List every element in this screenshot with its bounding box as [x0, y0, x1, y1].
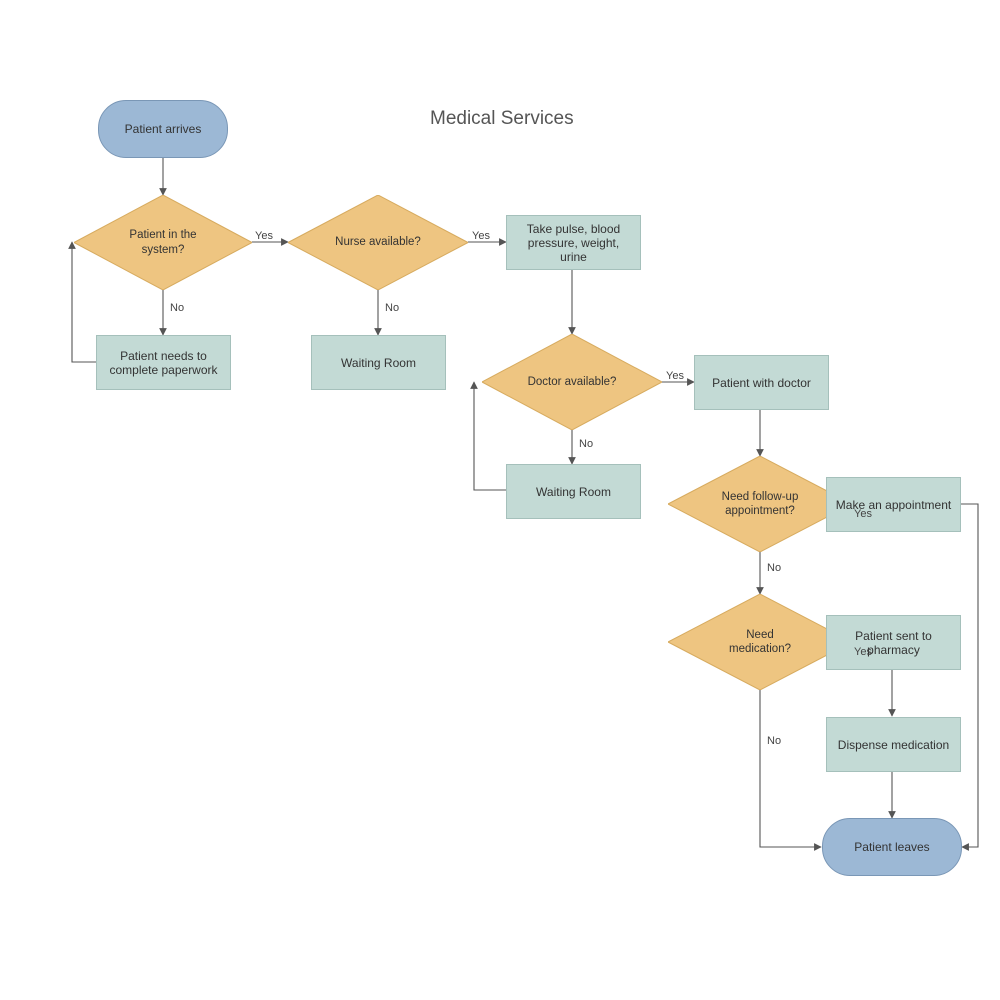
node-d4: Need follow-up appointment? [668, 456, 852, 552]
label-d1-no: No [170, 302, 184, 314]
node-d4-label: Need follow-up appointment? [715, 490, 805, 519]
node-wait2-label: Waiting Room [536, 485, 611, 499]
label-d2-yes: Yes [472, 230, 490, 242]
node-d5: Need medication? [668, 594, 852, 690]
label-d3-yes: Yes [666, 370, 684, 382]
node-start: Patient arrives [98, 100, 228, 158]
node-withdoctor: Patient with doctor [694, 355, 829, 410]
node-d2-label: Nurse available? [335, 235, 421, 249]
label-d5-no: No [767, 735, 781, 747]
node-d5-label: Need medication? [715, 628, 805, 657]
node-pharmacy: Patient sent to pharmacy [826, 615, 961, 670]
node-dispense-label: Dispense medication [838, 738, 949, 752]
node-paperwork-label: Patient needs to complete paperwork [105, 349, 222, 377]
page-title: Medical Services [430, 108, 574, 130]
node-wait1: Waiting Room [311, 335, 446, 390]
node-dispense: Dispense medication [826, 717, 961, 772]
node-vitals-label: Take pulse, blood pressure, weight, urin… [515, 222, 632, 264]
node-d1-label: Patient in the system? [118, 228, 208, 257]
node-withdoctor-label: Patient with doctor [712, 376, 811, 390]
label-d1-yes: Yes [255, 230, 273, 242]
node-wait2: Waiting Room [506, 464, 641, 519]
label-d4-no: No [767, 562, 781, 574]
node-d2: Nurse available? [288, 195, 468, 290]
node-end: Patient leaves [822, 818, 962, 876]
node-appt: Make an appointment [826, 477, 961, 532]
label-d3-no: No [579, 438, 593, 450]
label-d2-no: No [385, 302, 399, 314]
node-d1: Patient in the system? [74, 195, 252, 290]
node-d3-label: Doctor available? [528, 375, 617, 389]
node-paperwork: Patient needs to complete paperwork [96, 335, 231, 390]
label-d4-yes: Yes [854, 508, 872, 520]
node-d3: Doctor available? [482, 334, 662, 430]
node-end-label: Patient leaves [854, 840, 929, 854]
node-wait1-label: Waiting Room [341, 356, 416, 370]
node-vitals: Take pulse, blood pressure, weight, urin… [506, 215, 641, 270]
label-d5-yes: Yes [854, 646, 872, 658]
node-pharmacy-label: Patient sent to pharmacy [835, 629, 952, 657]
node-start-label: Patient arrives [125, 122, 202, 136]
